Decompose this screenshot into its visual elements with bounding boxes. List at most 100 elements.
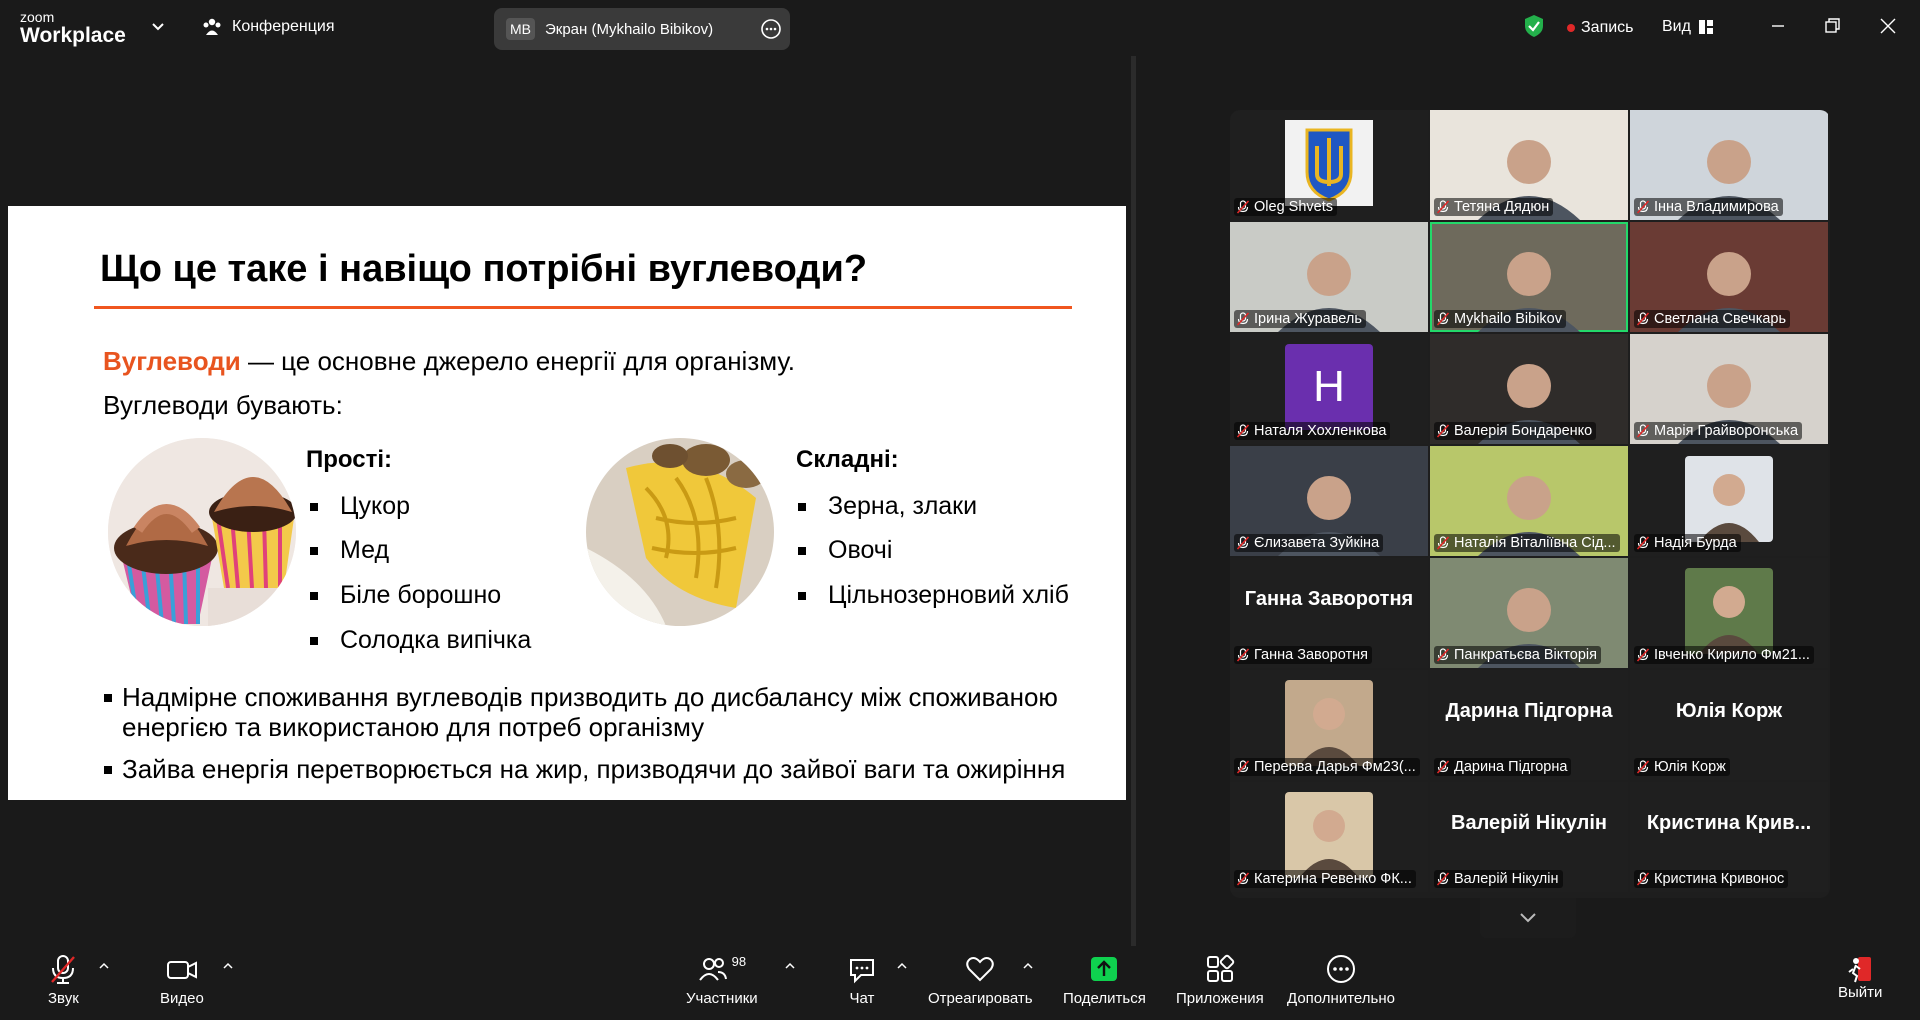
pasta-grains-image — [586, 438, 774, 626]
participant-tile[interactable]: Юлія Корж Юлія Корж — [1630, 670, 1828, 780]
participant-name: Івченко Кирило Фм21... — [1654, 647, 1810, 663]
microphone-muted-icon — [1236, 312, 1250, 326]
participant-tile[interactable]: Кристина Крив... Кристина Кривонос — [1630, 782, 1828, 892]
complex-item-label: Овочі — [828, 536, 893, 564]
participant-name-tag: Інна Владимирова — [1634, 198, 1783, 216]
participant-tile[interactable]: Івченко Кирило Фм21... — [1630, 558, 1828, 668]
participant-name: Юлія Корж — [1654, 759, 1726, 775]
participant-tile[interactable]: Наталія Віталіївна Сід... — [1430, 446, 1628, 556]
view-button[interactable]: Вид — [1662, 18, 1713, 36]
simple-carbs-heading: Прості: — [306, 446, 393, 473]
caret-up-icon[interactable] — [98, 960, 110, 972]
bullet-icon — [310, 502, 318, 511]
participant-tile[interactable]: Ірина Журавель — [1230, 222, 1428, 332]
caret-up-icon[interactable] — [784, 960, 796, 972]
participant-name: Катерина Ревенко ФК... — [1254, 871, 1412, 887]
participant-name-tag: Наталя Хохленкова — [1234, 422, 1391, 440]
participant-name: Наталя Хохленкова — [1254, 423, 1387, 439]
chat-icon — [850, 959, 874, 984]
participant-tile[interactable]: Єлизавета Зуйкіна — [1230, 446, 1428, 556]
leave-icon — [1848, 957, 1872, 983]
meeting-info-button[interactable]: Конференция — [202, 18, 335, 36]
participant-tile[interactable]: Надія Бурда — [1630, 446, 1828, 556]
participant-name: Дарина Підгорна — [1454, 759, 1568, 775]
record-label: Запись — [1581, 19, 1634, 36]
microphone-muted-icon — [1236, 424, 1250, 438]
audio-button[interactable]: Звук — [48, 954, 79, 1007]
minimize-icon[interactable] — [1766, 14, 1790, 38]
chat-button[interactable]: Чат — [847, 954, 877, 1007]
zoom-logo: zoom Workplace — [20, 10, 126, 46]
slide-bullet: Зайва енергія перетворюється на жир, при… — [104, 754, 1084, 784]
participants-button[interactable]: 98 Участники — [686, 954, 758, 1007]
letter-avatar: H — [1285, 344, 1373, 430]
participant-tile[interactable]: Валерія Бондаренко — [1430, 334, 1628, 444]
participant-tile[interactable]: Катерина Ревенко ФК... — [1230, 782, 1428, 892]
caret-up-icon[interactable] — [222, 960, 234, 972]
participant-tile[interactable]: Светлана Свечкарь — [1630, 222, 1828, 332]
heart-icon — [966, 957, 995, 982]
restore-icon[interactable] — [1820, 14, 1844, 38]
panel-splitter[interactable] — [1131, 56, 1136, 946]
apps-button[interactable]: Приложения — [1176, 954, 1264, 1007]
more-button[interactable]: Дополнительно — [1287, 954, 1395, 1007]
share-screen-button[interactable]: Поделиться — [1063, 954, 1146, 1007]
video-button[interactable]: Видео — [160, 954, 204, 1007]
participant-tile[interactable]: Oleg Shvets — [1230, 110, 1428, 220]
leave-button[interactable]: Выйти — [1838, 954, 1882, 1001]
title-bar: zoom Workplace Конференция MB Экран (Myk… — [0, 0, 1920, 56]
complex-item: Цільнозерновий хліб — [798, 581, 1069, 610]
simple-item: Цукор — [310, 492, 410, 521]
more-icon — [1326, 955, 1355, 983]
participant-tile[interactable]: H Наталя Хохленкова — [1230, 334, 1428, 444]
recording-indicator[interactable]: Запись — [1567, 19, 1634, 37]
record-dot-icon — [1567, 24, 1575, 32]
screen-share-pill[interactable]: MB Экран (Mykhailo Bibikov) — [494, 8, 790, 50]
slide-bullet-text: Надмірне споживання вуглеводів призводит… — [122, 682, 1058, 742]
participant-name-tag: Валерія Бондаренко — [1434, 422, 1597, 440]
microphone-muted-icon — [1636, 760, 1650, 774]
participant-display-name: Кристина Крив... — [1646, 812, 1812, 834]
close-icon[interactable] — [1876, 14, 1900, 38]
participant-tile[interactable]: Перерва Дарья Фм23(... — [1230, 670, 1428, 780]
participant-tile[interactable]: Дарина Підгорна Дарина Підгорна — [1430, 670, 1628, 780]
chevron-down-icon[interactable] — [150, 18, 166, 34]
participant-gallery[interactable]: Oleg Shvets Тетяна Дядюн Інна Владимирова І… — [1230, 110, 1830, 898]
simple-item: Біле борошно — [310, 581, 501, 610]
microphone-muted-icon — [1236, 760, 1250, 774]
participant-tile[interactable]: Панкратьєва Вікторія — [1430, 558, 1628, 668]
participant-tile[interactable]: Mykhailo Bibikov — [1430, 222, 1628, 332]
microphone-muted-icon — [1636, 424, 1650, 438]
microphone-muted-icon — [1236, 648, 1250, 662]
participant-name-tag: Валерій Нікулін — [1434, 870, 1563, 888]
participant-tile[interactable]: Ганна Заворотня Ганна Заворотня — [1230, 558, 1428, 668]
caret-up-icon[interactable] — [1022, 960, 1034, 972]
caret-up-icon[interactable] — [896, 960, 908, 972]
participant-name: Mykhailo Bibikov — [1454, 311, 1562, 327]
avatar-letter: H — [1313, 362, 1345, 411]
participant-name: Ганна Заворотня — [1254, 647, 1368, 663]
participant-tile[interactable]: Тетяна Дядюн — [1430, 110, 1628, 220]
participant-name-tag: Ірина Журавель — [1234, 310, 1366, 328]
microphone-muted-icon — [1236, 200, 1250, 214]
bullet-icon — [310, 591, 318, 600]
gallery-scroll-down[interactable] — [1480, 898, 1576, 938]
participant-name: Валерія Бондаренко — [1454, 423, 1593, 439]
participant-name: Тетяна Дядюн — [1454, 199, 1550, 215]
cupcakes-image — [108, 438, 296, 626]
microphone-muted-icon — [1636, 200, 1650, 214]
participant-name-tag: Івченко Кирило Фм21... — [1634, 646, 1814, 664]
security-shield-icon[interactable] — [1523, 14, 1545, 38]
simple-item: Мед — [310, 536, 389, 565]
participant-display-name: Юлія Корж — [1675, 700, 1783, 722]
more-options-icon[interactable] — [760, 18, 782, 40]
participant-name-tag: Катерина Ревенко ФК... — [1234, 870, 1416, 888]
participant-tile[interactable]: Інна Владимирова — [1630, 110, 1828, 220]
react-label: Отреагировать — [928, 990, 1033, 1007]
react-button[interactable]: Отреагировать — [928, 954, 1033, 1007]
microphone-muted-icon — [51, 955, 76, 984]
participant-tile[interactable]: Марія Грайворонська — [1630, 334, 1828, 444]
logo-big: Workplace — [20, 24, 126, 47]
title-underline — [94, 306, 1072, 309]
participant-tile[interactable]: Валерій Нікулін Валерій Нікулін — [1430, 782, 1628, 892]
